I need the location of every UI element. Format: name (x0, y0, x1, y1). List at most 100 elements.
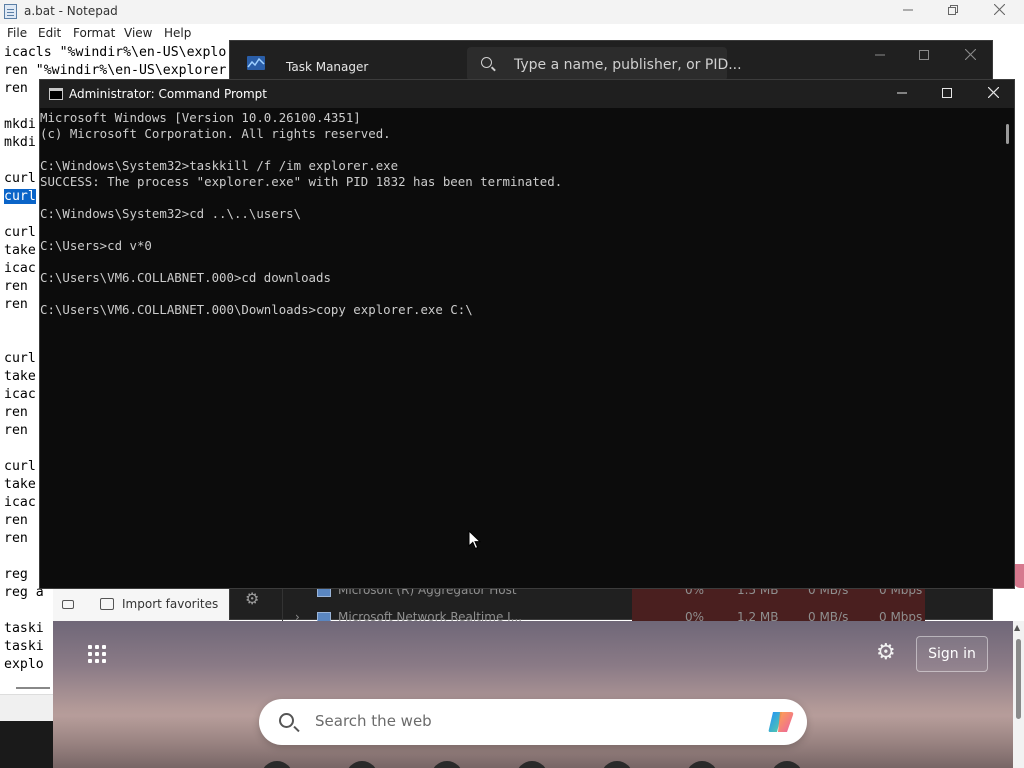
console-line: C:\Windows\System32>taskkill /f /im expl… (40, 158, 399, 173)
line-text: icac (4, 261, 36, 276)
line-text: take (4, 369, 36, 384)
quick-link[interactable] (686, 761, 718, 768)
line-text: mkdi (4, 135, 36, 150)
cmd-close-button[interactable] (970, 80, 1016, 108)
line-text: ren (4, 531, 36, 546)
line-text: ren (4, 297, 36, 312)
notepad-horizontal-scrollbar[interactable] (16, 687, 50, 689)
command-prompt-window: Administrator: Command Prompt Microsoft … (39, 79, 1015, 589)
notepad-title: a.bat - Notepad (24, 4, 118, 18)
minimize-icon (875, 54, 885, 56)
web-search-placeholder: Search the web (315, 712, 432, 730)
notepad-line: icacls "%windir%\en-US\explo (4, 44, 230, 62)
console-line: C:\Users\VM6.COLLABNET.000\Downloads>cop… (40, 302, 473, 317)
line-text: explo (4, 657, 44, 672)
search-icon (481, 57, 492, 68)
line-text: curl (4, 171, 36, 186)
copilot-icon[interactable] (767, 708, 795, 736)
task-manager-close-button[interactable] (947, 43, 993, 69)
selected-text: curl (4, 189, 36, 204)
line-text: take (4, 477, 36, 492)
favorites-bar-icon[interactable] (62, 600, 74, 609)
web-search-input[interactable]: Search the web (259, 699, 807, 745)
settings-gear-icon[interactable]: ⚙ (245, 589, 259, 608)
minimize-icon (897, 92, 907, 94)
maximize-icon (942, 88, 952, 98)
line-text: take (4, 243, 36, 258)
sign-in-button[interactable]: Sign in (916, 636, 988, 672)
line-text: curl (4, 225, 36, 240)
console-output[interactable]: Microsoft Windows [Version 10.0.26100.43… (40, 110, 1006, 588)
line-text: ren (4, 513, 36, 528)
line-text: curl (4, 351, 36, 366)
scrollbar-thumb[interactable] (1016, 639, 1021, 719)
line-text: taski (4, 639, 44, 654)
import-favorites-link[interactable]: Import favorites (122, 597, 218, 611)
notepad-titlebar[interactable]: a.bat - Notepad (0, 0, 1024, 24)
scroll-up-arrow-icon[interactable]: ▲ (1014, 623, 1020, 632)
menu-format[interactable]: Format (73, 26, 115, 40)
restore-icon (948, 5, 958, 15)
quick-link[interactable] (771, 761, 803, 768)
line-text: icac (4, 387, 36, 402)
quick-link[interactable] (431, 761, 463, 768)
line-text: ren (4, 81, 36, 96)
line-text: curl (4, 459, 36, 474)
line-text: ren "%windir%\en-US\explorer (4, 63, 227, 78)
line-text: reg a (4, 585, 44, 600)
notepad-line: ren "%windir%\en-US\explorer (4, 62, 230, 80)
task-manager-minimize-button[interactable] (857, 43, 903, 69)
menu-help[interactable]: Help (164, 26, 191, 40)
close-icon (964, 48, 976, 61)
line-text: ren (4, 279, 36, 294)
close-icon (993, 3, 1005, 16)
command-prompt-titlebar[interactable]: Administrator: Command Prompt (40, 80, 1014, 108)
task-manager-search-input[interactable]: Type a name, publisher, or PID... (467, 47, 742, 81)
task-manager-maximize-button[interactable] (901, 43, 947, 69)
menu-view[interactable]: View (124, 26, 152, 40)
line-text: ren (4, 423, 36, 438)
edge-vertical-scrollbar[interactable]: ▲ (1013, 621, 1024, 768)
notepad-minimize-button[interactable] (885, 0, 931, 24)
gear-icon[interactable]: ⚙ (876, 641, 896, 665)
cmd-minimize-button[interactable] (879, 80, 925, 108)
notepad-restore-button[interactable] (930, 0, 976, 24)
task-manager-icon (247, 56, 265, 70)
menu-file[interactable]: File (7, 26, 27, 40)
edge-new-tab-page: ⚙ Sign in Search the web (53, 621, 1013, 768)
task-manager-search-placeholder: Type a name, publisher, or PID... (514, 57, 742, 73)
console-scrollbar-thumb[interactable] (1006, 124, 1009, 144)
cmd-maximize-button[interactable] (924, 80, 970, 108)
task-manager-title: Task Manager (286, 60, 369, 74)
line-text: icac (4, 495, 36, 510)
notepad-close-button[interactable] (976, 0, 1022, 24)
command-prompt-title: Administrator: Command Prompt (69, 87, 267, 101)
menu-edit[interactable]: Edit (38, 26, 61, 40)
console-line: SUCCESS: The process "explorer.exe" with… (40, 174, 563, 189)
minimize-icon (903, 9, 913, 11)
console-line: C:\Windows\System32>cd ..\..\users\ (40, 206, 302, 221)
import-favorites-icon (100, 598, 114, 610)
line-text: icacls "%windir%\en-US\explo (4, 45, 227, 60)
console-line: (c) Microsoft Corporation. All rights re… (40, 126, 391, 141)
console-icon (49, 88, 63, 100)
quick-link[interactable] (601, 761, 633, 768)
close-icon (987, 86, 999, 99)
console-line: C:\Users\VM6.COLLABNET.000>cd downloads (40, 270, 331, 285)
console-line: C:\Users>cd v*0 (40, 238, 152, 253)
quick-link[interactable] (261, 761, 293, 768)
notepad-icon (4, 4, 17, 19)
line-text: ren (4, 405, 36, 420)
background-window-edge (1014, 564, 1024, 588)
apps-grid-icon[interactable] (88, 645, 108, 665)
quick-link[interactable] (346, 761, 378, 768)
search-icon (279, 713, 294, 728)
mouse-cursor-icon (468, 530, 482, 550)
quick-link[interactable] (516, 761, 548, 768)
console-line: Microsoft Windows [Version 10.0.26100.43… (40, 110, 361, 125)
edge-favorites-bar: Import favorites (53, 589, 229, 621)
